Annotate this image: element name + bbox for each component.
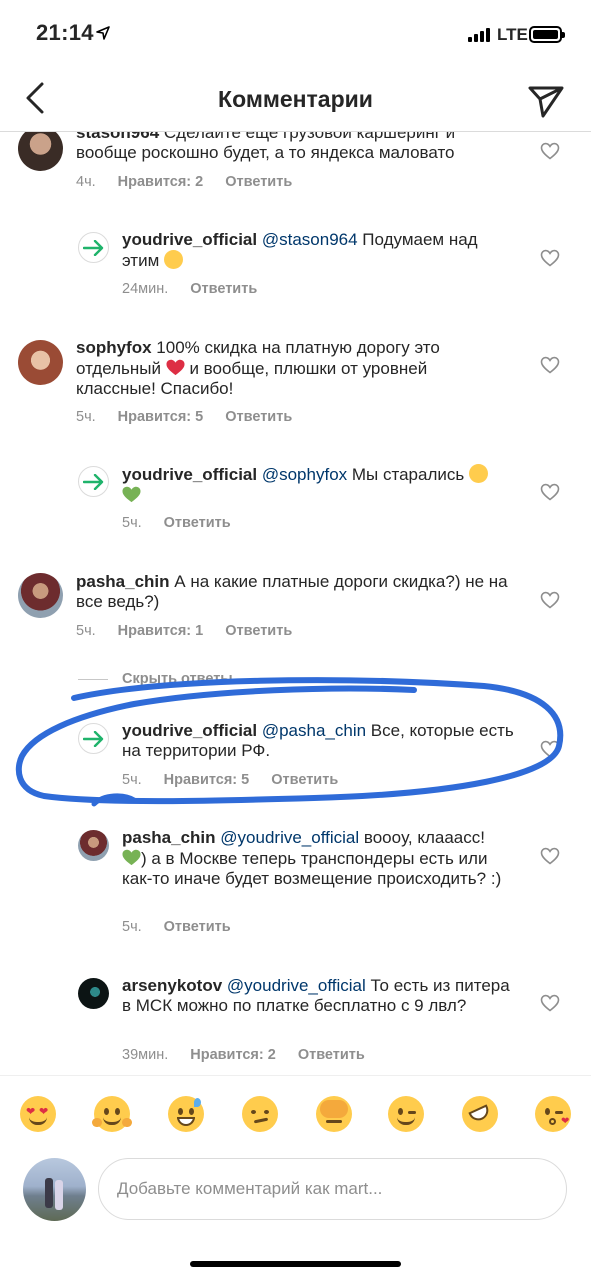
like-heart-icon[interactable] xyxy=(540,249,560,267)
like-count[interactable]: Нравится: 1 xyxy=(118,623,204,639)
heart-eyes-icon[interactable]: ❤ ❤ xyxy=(20,1096,56,1132)
comment-meta: 39мин. Нравится: 2 Ответить xyxy=(122,1047,365,1063)
location-arrow-icon xyxy=(96,26,110,40)
like-count[interactable]: Нравится: 2 xyxy=(118,174,204,190)
like-heart-icon[interactable] xyxy=(540,847,560,865)
comment-meta: 5ч. Ответить xyxy=(122,515,231,531)
direct-send-icon[interactable] xyxy=(526,80,566,120)
avatar[interactable] xyxy=(18,573,63,618)
comment-text: sophyfox 100% скидка на платную дорогу э… xyxy=(76,338,440,398)
avatar[interactable] xyxy=(78,466,109,497)
like-heart-icon[interactable] xyxy=(540,356,560,374)
comment-time: 5ч. xyxy=(76,623,96,639)
like-heart-icon[interactable] xyxy=(540,142,560,160)
mention-link[interactable]: @sophyfox xyxy=(262,465,347,484)
thinking-face-icon xyxy=(164,250,184,269)
home-indicator xyxy=(190,1261,401,1267)
comment-username[interactable]: sophyfox xyxy=(76,338,152,357)
like-count[interactable]: Нравится: 5 xyxy=(118,409,204,425)
like-heart-icon[interactable] xyxy=(540,591,560,609)
comment-username[interactable]: youdrive_official xyxy=(122,230,257,249)
mention-link[interactable]: @pasha_chin xyxy=(262,721,366,740)
smirking-face-icon[interactable] xyxy=(242,1096,278,1132)
hugging-face-icon[interactable] xyxy=(92,1096,132,1132)
reply-button[interactable]: Ответить xyxy=(271,772,338,788)
comment-username[interactable]: arsenykotov xyxy=(122,976,222,995)
like-count[interactable]: Нравится: 2 xyxy=(190,1047,276,1063)
comment-username[interactable]: pasha_chin xyxy=(76,572,170,591)
comment-text: youdrive_official @sophyfox Мы старались xyxy=(122,464,522,506)
grinning-sweat-icon[interactable] xyxy=(168,1096,204,1132)
mention-link[interactable]: @youdrive_official xyxy=(220,828,359,847)
green-heart-icon xyxy=(122,485,141,504)
comment-username[interactable]: youdrive_official xyxy=(122,721,257,740)
comment-time: 5ч. xyxy=(122,515,142,531)
avatar[interactable] xyxy=(78,978,109,1009)
comment-text: pasha_chin @youdrive_official вооoу, кла… xyxy=(122,828,502,888)
hide-replies-button[interactable]: Скрыть ответы xyxy=(78,671,233,687)
facepalm-icon[interactable] xyxy=(316,1096,352,1132)
reply-button[interactable]: Ответить xyxy=(298,1047,365,1063)
nav-bar: Комментарии xyxy=(0,66,591,132)
comment-meta: 4ч. Нравится: 2 Ответить xyxy=(76,174,292,190)
avatar[interactable] xyxy=(78,232,109,263)
avatar[interactable] xyxy=(78,830,109,861)
youdrive-arrow-icon xyxy=(82,473,103,490)
like-heart-icon[interactable] xyxy=(540,483,560,501)
reply-button[interactable]: Ответить xyxy=(225,623,292,639)
comment-composer xyxy=(0,1155,591,1235)
green-heart-icon xyxy=(122,848,141,867)
mention-link[interactable]: @youdrive_official xyxy=(227,976,366,995)
comment-meta: 5ч. Нравится: 1 Ответить xyxy=(76,623,292,639)
comment-time: 5ч. xyxy=(122,919,142,935)
comment-text: youdrive_official @pasha_chin Все, котор… xyxy=(122,721,514,760)
comment-meta: 5ч. Ответить xyxy=(122,919,231,935)
like-heart-icon[interactable] xyxy=(540,994,560,1012)
comment-time: 4ч. xyxy=(76,174,96,190)
comment-username[interactable]: pasha_chin xyxy=(122,828,216,847)
status-time: 21:14 xyxy=(36,20,94,45)
like-heart-icon[interactable] xyxy=(540,740,560,758)
comment-username[interactable]: youdrive_official xyxy=(122,465,257,484)
comment-text: arsenykotov @youdrive_official То есть и… xyxy=(122,976,510,1015)
comment-text: pasha_chin А на какие платные дороги ски… xyxy=(76,572,508,611)
winking-face-icon[interactable] xyxy=(388,1096,424,1132)
rolling-laughing-icon[interactable] xyxy=(462,1096,498,1132)
comment-time: 5ч. xyxy=(76,409,96,425)
avatar[interactable] xyxy=(18,126,63,171)
divider xyxy=(78,678,108,680)
hide-replies-label[interactable]: Скрыть ответы xyxy=(122,671,233,687)
avatar[interactable] xyxy=(78,723,109,754)
signal-icon xyxy=(468,28,490,42)
page-title: Комментарии xyxy=(218,86,373,112)
comment-meta: 5ч. Нравится: 5 Ответить xyxy=(76,409,292,425)
battery-icon xyxy=(529,26,565,43)
reply-button[interactable]: Ответить xyxy=(164,919,231,935)
reply-button[interactable]: Ответить xyxy=(164,515,231,531)
network-label: LTE xyxy=(497,25,528,44)
comment-meta: 5ч. Нравится: 5 Ответить xyxy=(122,772,338,788)
youdrive-arrow-icon xyxy=(82,239,103,256)
mention-link[interactable]: @stason964 xyxy=(262,230,358,249)
reply-button[interactable]: Ответить xyxy=(190,281,257,297)
comments-list[interactable]: stason964 Сделайте еще грузовой каршерин… xyxy=(0,118,591,1075)
comment-time: 5ч. xyxy=(122,772,142,788)
comment-meta: 24мин. Ответить xyxy=(122,281,257,297)
current-user-avatar[interactable] xyxy=(23,1158,86,1221)
comment-text: youdrive_official @stason964 Подумаем на… xyxy=(122,230,478,270)
comment-input[interactable] xyxy=(98,1158,567,1220)
red-heart-icon xyxy=(166,358,185,377)
quick-emoji-bar: ❤ ❤ ❤ xyxy=(0,1075,591,1155)
comment-time: 39мин. xyxy=(122,1047,169,1063)
kissing-heart-icon[interactable]: ❤ xyxy=(535,1096,571,1132)
avatar[interactable] xyxy=(18,340,63,385)
youdrive-arrow-icon xyxy=(82,730,103,747)
like-count[interactable]: Нравится: 5 xyxy=(164,772,250,788)
reply-button[interactable]: Ответить xyxy=(225,174,292,190)
comment-time: 24мин. xyxy=(122,281,169,297)
smiling-face-icon xyxy=(468,464,488,483)
reply-button[interactable]: Ответить xyxy=(225,409,292,425)
status-bar: 21:14 LTE xyxy=(0,0,591,66)
